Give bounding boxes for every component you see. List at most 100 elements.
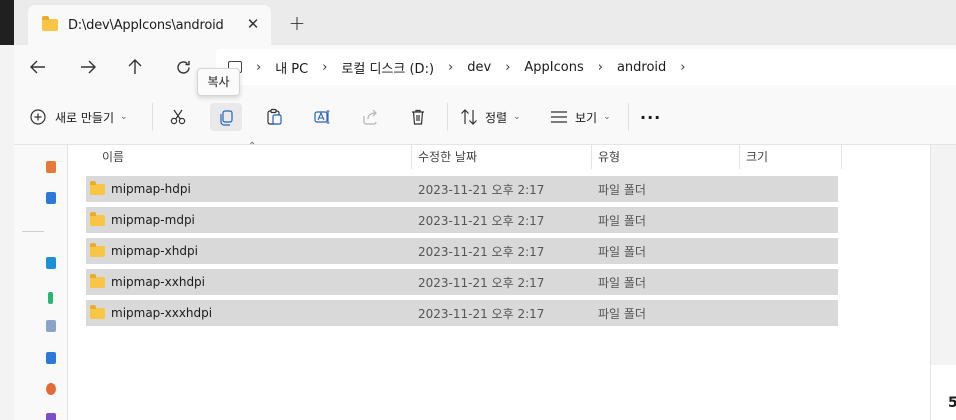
nav-divider <box>22 231 44 232</box>
breadcrumb-separator[interactable]: › <box>505 60 510 75</box>
toolbar-divider <box>628 103 629 131</box>
folder-icon <box>90 242 105 257</box>
file-name: mipmap-hdpi <box>111 182 191 196</box>
column-type[interactable]: 유형 <box>592 145 740 169</box>
share-button[interactable] <box>354 103 386 131</box>
file-row[interactable]: mipmap-hdpi 2023-11-21 오후 2:17 파일 폴더 <box>86 176 838 202</box>
toolbar-divider <box>447 103 448 131</box>
gallery-icon[interactable] <box>46 192 56 204</box>
forward-button[interactable] <box>74 54 102 80</box>
sort-button[interactable]: 정렬 ⌄ <box>460 103 521 131</box>
folder-icon <box>90 304 105 319</box>
close-tab-icon[interactable]: ✕ <box>243 14 263 34</box>
desktop-icon[interactable] <box>46 257 56 269</box>
file-type: 파일 폴더 <box>598 244 646 259</box>
file-date: 2023-11-21 오후 2:17 <box>418 306 545 321</box>
file-name: mipmap-xhdpi <box>111 244 198 258</box>
documents-icon[interactable] <box>46 320 56 332</box>
folder-icon <box>90 180 105 195</box>
clipboard-icon <box>267 108 282 125</box>
back-arrow-icon <box>30 60 45 74</box>
pane-splitter[interactable] <box>58 145 68 420</box>
breadcrumb-drive[interactable]: 로컬 디스크 (D:) <box>341 58 434 77</box>
folder-icon <box>42 16 58 31</box>
navigation-pane <box>14 145 58 420</box>
column-name[interactable]: 이름 <box>96 145 412 169</box>
sort-button-label: 정렬 <box>485 110 508 125</box>
command-bar: 새로 만들기 ⌄ 정렬 ⌄ 보기 ⌄ ··· <box>14 89 956 145</box>
forward-arrow-icon <box>81 60 96 74</box>
new-tab-button[interactable]: + <box>286 12 308 34</box>
toolbar-divider <box>152 103 153 131</box>
file-type: 파일 폴더 <box>598 275 646 290</box>
breadcrumb-separator[interactable]: › <box>598 60 603 75</box>
sort-icon <box>461 109 477 125</box>
address-bar[interactable]: › 내 PC › 로컬 디스크 (D:) › dev › AppIcons › … <box>216 49 956 85</box>
breadcrumb-separator[interactable]: › <box>680 60 685 75</box>
title-bar: D:\dev\AppIcons\android ✕ + <box>0 0 956 45</box>
file-name: mipmap-xxhdpi <box>111 275 206 289</box>
music-icon[interactable] <box>46 383 56 395</box>
videos-icon[interactable] <box>46 413 56 420</box>
share-icon <box>363 109 377 125</box>
details-pane-edge <box>930 145 956 365</box>
refresh-button[interactable] <box>169 54 197 80</box>
refresh-icon <box>176 60 190 74</box>
navigation-bar: › 내 PC › 로컬 디스크 (D:) › dev › AppIcons › … <box>14 45 956 89</box>
up-button[interactable] <box>121 54 149 80</box>
file-type: 파일 폴더 <box>598 213 646 228</box>
file-date: 2023-11-21 오후 2:17 <box>418 213 545 228</box>
home-icon[interactable] <box>46 161 56 173</box>
tab-current[interactable]: D:\dev\AppIcons\android ✕ <box>28 5 271 45</box>
breadcrumb-separator[interactable]: › <box>256 60 261 75</box>
copy-tooltip: 복사 <box>197 68 240 96</box>
up-arrow-icon <box>128 59 142 74</box>
file-date: 2023-11-21 오후 2:17 <box>418 182 545 197</box>
file-row[interactable]: mipmap-xxxhdpi 2023-11-21 오후 2:17 파일 폴더 <box>86 300 838 326</box>
right-edge-panel <box>930 365 956 420</box>
column-size[interactable]: 크기 <box>740 145 842 169</box>
pictures-icon[interactable] <box>46 352 56 364</box>
file-row[interactable]: mipmap-xxhdpi 2023-11-21 오후 2:17 파일 폴더 <box>86 269 838 295</box>
more-options-button[interactable]: ··· <box>640 103 661 131</box>
file-name: mipmap-xxxhdpi <box>111 306 213 320</box>
breadcrumb-pc[interactable]: 내 PC <box>275 58 308 77</box>
tab-title: D:\dev\AppIcons\android <box>68 17 224 33</box>
file-type: 파일 폴더 <box>598 182 646 197</box>
view-button-label: 보기 <box>575 110 598 125</box>
file-date: 2023-11-21 오후 2:17 <box>418 275 545 290</box>
delete-button[interactable] <box>402 103 434 131</box>
trash-icon <box>412 109 424 125</box>
view-button[interactable]: 보기 ⌄ <box>550 103 611 131</box>
rename-icon <box>314 110 330 124</box>
plus-circle-icon <box>30 109 46 125</box>
chevron-down-icon: ⌄ <box>513 112 521 122</box>
breadcrumb-separator[interactable]: › <box>448 60 453 75</box>
column-date[interactable]: 수정한 날짜 <box>412 145 592 169</box>
copy-icon <box>220 110 233 126</box>
view-list-icon <box>551 111 567 123</box>
file-name: mipmap-mdpi <box>111 213 195 227</box>
downloads-icon[interactable] <box>48 292 53 304</box>
breadcrumb-android[interactable]: android <box>617 60 666 75</box>
chevron-down-icon: ⌄ <box>603 112 611 122</box>
cut-button[interactable] <box>162 103 194 131</box>
breadcrumb-separator[interactable]: › <box>322 60 327 75</box>
edge-text: 5 <box>948 395 956 411</box>
chevron-down-icon: ⌄ <box>120 112 128 122</box>
new-button[interactable]: 새로 만들기 ⌄ <box>30 103 128 131</box>
file-list: ⌃ 이름 수정한 날짜 유형 크기 mipmap-hdpi 2023-11-21… <box>68 141 930 420</box>
file-type: 파일 폴더 <box>598 306 646 321</box>
paste-button[interactable] <box>258 103 290 131</box>
file-row[interactable]: mipmap-mdpi 2023-11-21 오후 2:17 파일 폴더 <box>86 207 838 233</box>
folder-icon <box>90 211 105 226</box>
breadcrumb-dev[interactable]: dev <box>467 60 491 75</box>
file-row[interactable]: mipmap-xhdpi 2023-11-21 오후 2:17 파일 폴더 <box>86 238 838 264</box>
new-button-label: 새로 만들기 <box>55 110 115 125</box>
rename-button[interactable] <box>306 103 338 131</box>
scissors-icon <box>170 109 186 125</box>
breadcrumb-appicons[interactable]: AppIcons <box>524 60 583 75</box>
column-header: ⌃ 이름 수정한 날짜 유형 크기 <box>68 141 930 169</box>
back-button[interactable] <box>24 54 52 80</box>
copy-button[interactable] <box>210 103 242 131</box>
